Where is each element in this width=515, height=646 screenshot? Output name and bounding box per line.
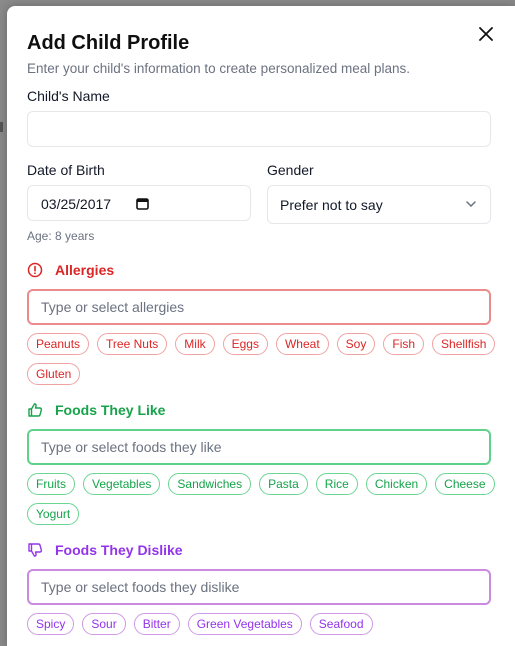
allergies-heading-label: Allergies [55,262,115,278]
allergies-option-chip[interactable]: Tree Nuts [97,333,168,355]
likes-heading-label: Foods They Like [55,402,166,418]
child-name-input[interactable] [27,111,491,147]
close-button[interactable] [476,24,496,44]
dislikes-option-chip[interactable]: Bitter [133,613,180,635]
allergies-option-chip[interactable]: Gluten [27,363,81,385]
allergies-option-chip[interactable]: Milk [175,333,215,355]
likes-option-chip[interactable]: Sandwiches [168,473,252,495]
thumbs-down-icon [27,542,43,558]
likes-option-chip[interactable]: Rice [315,473,358,495]
dislikes-heading: Foods They Dislike [27,542,183,558]
gender-value: Prefer not to say [280,197,383,213]
add-child-profile-dialog: Add Child Profile Enter your child's inf… [7,6,515,646]
name-label: Child's Name [27,88,110,104]
dislikes-option-chip[interactable]: Spicy [27,613,75,635]
dislikes-option-chip[interactable]: Green Vegetables [187,613,302,635]
dob-value: 03/25/2017 [41,196,112,212]
dialog-title: Add Child Profile [27,32,190,54]
allergy-options: Peanuts Tree Nuts Milk Eggs Wheat Soy Fish Shel… [27,333,497,385]
age-text: Age: 8 years [27,229,95,243]
allergies-option-chip[interactable]: Eggs [222,333,268,355]
dislikes-input[interactable] [27,569,491,605]
thumbs-up-icon [27,402,43,418]
likes-option-chip[interactable]: Chicken [365,473,428,495]
like-options: Fruits Vegetables Sandwiches Pasta Rice Chick… [27,473,497,525]
chevron-down-icon [466,201,476,207]
allergies-heading: Allergies [27,262,114,278]
dislikes-heading-label: Foods They Dislike [55,542,183,558]
gender-label: Gender [267,162,314,178]
allergies-option-chip[interactable]: Wheat [275,333,329,355]
dob-input[interactable]: 03/25/2017 [27,185,251,221]
likes-heading: Foods They Like [27,402,165,418]
dob-label: Date of Birth [27,162,105,178]
allergies-input[interactable] [27,289,491,325]
likes-option-chip[interactable]: Vegetables [83,473,161,495]
likes-option-chip[interactable]: Yogurt [27,503,80,525]
likes-option-chip[interactable]: Cheese [435,473,495,495]
dislikes-option-chip[interactable]: Sour [82,613,126,635]
likes-option-chip[interactable]: Fruits [27,473,75,495]
dislikes-option-chip[interactable]: Seafood [309,613,373,635]
allergies-option-chip[interactable]: Shellfish [432,333,496,355]
allergies-option-chip[interactable]: Fish [383,333,425,355]
allergies-option-chip[interactable]: Peanuts [27,333,90,355]
likes-input[interactable] [27,429,491,465]
alert-circle-icon [27,262,43,278]
allergies-option-chip[interactable]: Soy [336,333,376,355]
dialog-subtitle: Enter your child's information to create… [27,61,411,76]
calendar-icon[interactable] [136,197,149,210]
backdrop-edge [0,122,3,132]
likes-option-chip[interactable]: Pasta [259,473,308,495]
close-icon [479,27,493,41]
dislike-options: Spicy Sour Bitter Green Vegetables Seafood [27,613,497,635]
gender-select[interactable]: Prefer not to say [267,185,491,224]
